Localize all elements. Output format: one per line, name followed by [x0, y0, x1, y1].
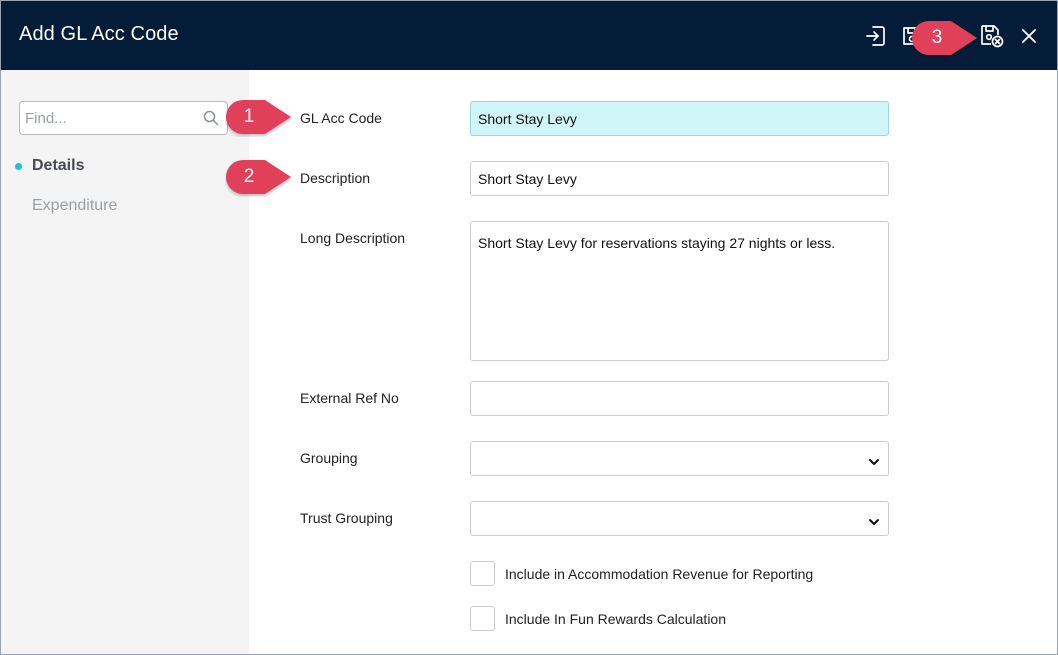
sidebar: Details Expenditure — [1, 70, 249, 654]
chevron-down-icon — [868, 514, 880, 532]
dialog-window: Add GL Acc Code Find... Details Expendit… — [0, 0, 1058, 655]
chevron-down-icon — [868, 454, 880, 472]
long-description-label: Long Description — [300, 230, 406, 246]
find-box — [19, 101, 228, 135]
callout-2: 2 — [225, 159, 295, 195]
trust-grouping-select[interactable] — [470, 501, 889, 536]
search-icon[interactable] — [203, 110, 219, 131]
description-field[interactable] — [470, 161, 889, 196]
sidebar-item-details[interactable]: Details — [32, 157, 84, 175]
close-icon — [1020, 27, 1038, 45]
active-indicator-dot — [15, 163, 22, 170]
include-fun-rewards-checkbox[interactable] — [470, 606, 495, 631]
external-ref-no-label: External Ref No — [300, 390, 399, 406]
trust-grouping-label: Trust Grouping — [300, 510, 393, 526]
find-input[interactable] — [25, 102, 195, 134]
save-close-icon — [979, 23, 1005, 49]
callout-3: 3 — [911, 20, 981, 56]
import-icon — [864, 24, 888, 48]
callout-number: 1 — [243, 106, 255, 127]
include-fun-rewards-label: Include In Fun Rewards Calculation — [505, 611, 727, 627]
callout-number: 2 — [243, 166, 255, 187]
description-label: Description — [300, 170, 371, 186]
import-button[interactable] — [863, 23, 889, 49]
callout-number: 3 — [931, 27, 943, 48]
include-accommodation-revenue-label: Include in Accommodation Revenue for Rep… — [505, 566, 814, 582]
save-and-close-button[interactable] — [979, 23, 1005, 49]
grouping-select[interactable] — [470, 441, 889, 476]
sidebar-item-expenditure[interactable]: Expenditure — [32, 197, 117, 215]
grouping-label: Grouping — [300, 450, 358, 466]
callout-1: 1 — [225, 99, 295, 135]
dialog-title: Add GL Acc Code — [19, 23, 179, 45]
gl-acc-code-label: GL Acc Code — [300, 110, 382, 126]
long-description-field[interactable]: Short Stay Levy for reservations staying… — [470, 221, 889, 361]
close-button[interactable] — [1016, 23, 1042, 49]
gl-acc-code-field[interactable] — [470, 101, 889, 136]
include-accommodation-revenue-checkbox[interactable] — [470, 561, 495, 586]
details-form: GL Acc Code Description Long Description… — [250, 70, 1057, 654]
dialog-header: Add GL Acc Code — [1, 1, 1057, 70]
external-ref-no-field[interactable] — [470, 381, 889, 416]
